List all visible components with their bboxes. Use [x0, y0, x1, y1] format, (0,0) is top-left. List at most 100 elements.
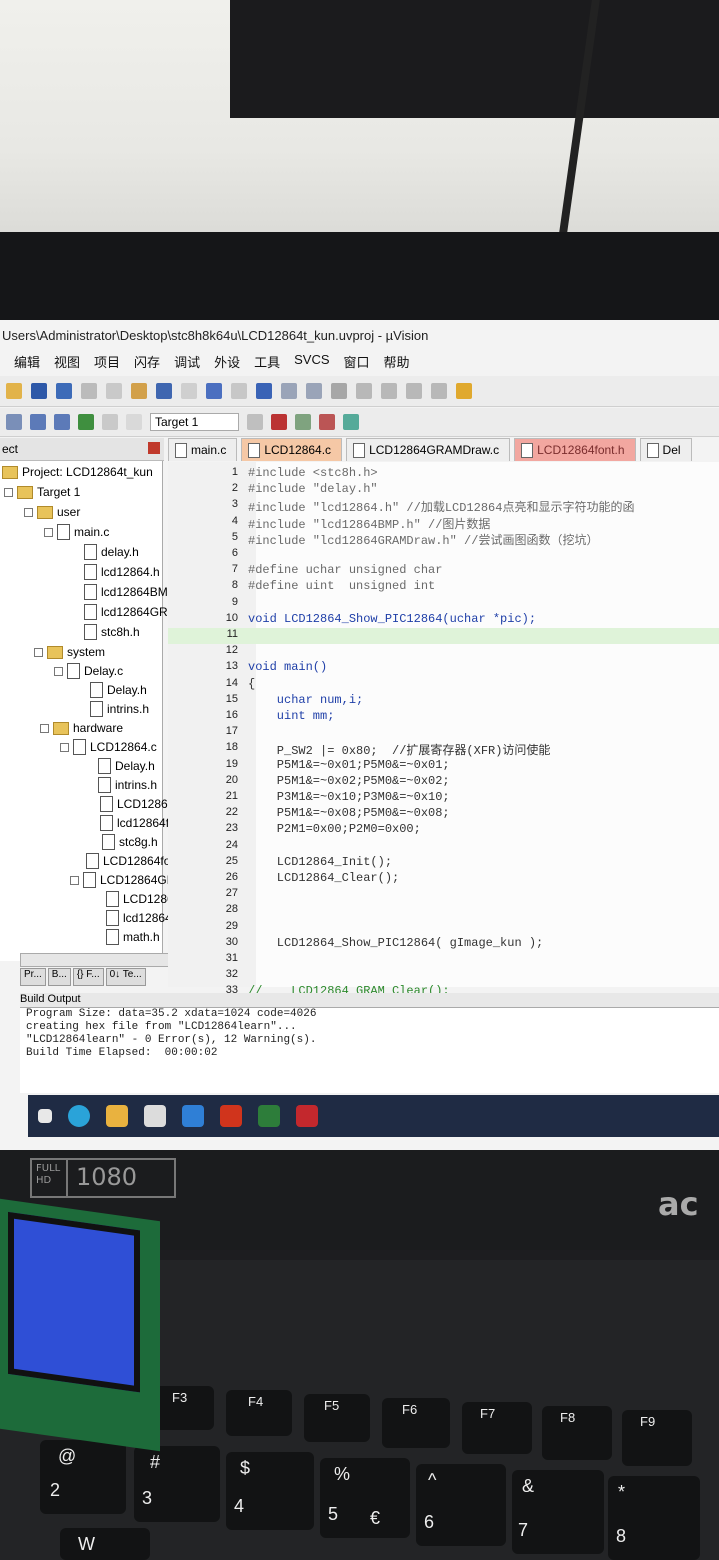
close-icon[interactable]	[148, 442, 160, 454]
tab-main-c[interactable]: main.c	[168, 438, 238, 461]
tree-item-file[interactable]: lcd12864BM	[84, 583, 168, 601]
tab-books[interactable]: B...	[47, 968, 71, 986]
bookmark-next-icon[interactable]	[306, 383, 322, 399]
key-f7[interactable]: F7	[462, 1402, 532, 1454]
tab-templates[interactable]: 0↓ Te...	[105, 968, 146, 986]
mail-icon[interactable]	[182, 1105, 204, 1127]
code-editor[interactable]: 1 #include <stc8h.h> 2 #include "delay.h" 3 #…	[168, 462, 719, 1015]
nav-back-icon[interactable]	[206, 383, 222, 399]
menu-item-edit[interactable]: 编辑	[14, 352, 40, 374]
target-options-icon[interactable]	[247, 414, 264, 430]
key-f4[interactable]: F4	[226, 1390, 292, 1436]
tree-item-file[interactable]: intrins.h	[98, 776, 157, 794]
bookmark-prev-icon[interactable]	[281, 383, 297, 399]
key-f6[interactable]: F6	[382, 1398, 450, 1448]
tab-lcd12864gramdraw-c[interactable]: LCD12864GRAMDraw.c	[346, 438, 511, 461]
rebuild-icon[interactable]	[54, 414, 70, 430]
open-folder-icon[interactable]	[6, 383, 22, 399]
store-icon[interactable]	[144, 1105, 166, 1127]
key-6[interactable]: ^ 6	[416, 1464, 506, 1546]
unindent-icon[interactable]	[381, 383, 397, 399]
menu-item-view[interactable]: 视图	[54, 352, 80, 374]
tree-item-file[interactable]: lcd12864GR.	[84, 603, 171, 621]
menu-item-help[interactable]: 帮助	[384, 352, 410, 374]
redo-icon[interactable]	[181, 383, 197, 399]
collapse-icon[interactable]	[70, 875, 79, 885]
save-all-icon[interactable]	[56, 383, 72, 399]
file-extensions-icon[interactable]	[295, 414, 312, 430]
tree-item-file[interactable]: lcd12864.h	[84, 563, 160, 581]
file-explorer-icon[interactable]	[106, 1105, 128, 1127]
tab-delay[interactable]: Del	[639, 438, 692, 461]
undo-icon[interactable]	[156, 383, 172, 399]
tree-item-project[interactable]: Project: LCD12864t_kun	[2, 463, 153, 481]
load-icon[interactable]	[126, 414, 142, 430]
collapse-icon[interactable]	[24, 507, 33, 517]
stc-isp-icon[interactable]	[296, 1105, 318, 1127]
tree-item-main-c[interactable]: main.c	[44, 523, 109, 541]
key-2[interactable]: @2	[40, 1440, 126, 1514]
tab-functions[interactable]: {} F...	[72, 968, 104, 986]
key-w[interactable]: W	[60, 1528, 150, 1560]
manage-runtime-icon[interactable]	[319, 414, 336, 430]
tab-lcd12864-c[interactable]: LCD12864.c	[241, 438, 343, 461]
tree-item-target[interactable]: Target 1	[4, 483, 80, 501]
paste-icon[interactable]	[131, 383, 147, 399]
manage-components-icon[interactable]	[271, 414, 288, 430]
key-4[interactable]: $4	[226, 1452, 314, 1530]
project-scrollbar[interactable]	[20, 953, 186, 967]
tree-item-group-system[interactable]: system	[34, 643, 105, 661]
cut-icon[interactable]	[81, 383, 97, 399]
key-3[interactable]: #3	[134, 1446, 220, 1522]
edge-icon[interactable]	[68, 1105, 90, 1127]
collapse-icon[interactable]	[40, 723, 49, 733]
menu-item-flash[interactable]: 闪存	[134, 352, 160, 374]
collapse-icon[interactable]	[44, 527, 53, 537]
copy-icon[interactable]	[106, 383, 122, 399]
menu-item-svcs[interactable]: SVCS	[294, 352, 329, 374]
app-icon[interactable]	[220, 1105, 242, 1127]
tree-item-group-user[interactable]: user	[24, 503, 80, 521]
tab-project[interactable]: Pr...	[20, 968, 46, 986]
menu-item-tools[interactable]: 工具	[254, 352, 280, 374]
download-icon[interactable]	[78, 414, 94, 430]
key-f9[interactable]: F9	[622, 1410, 692, 1466]
key-8[interactable]: * 8	[608, 1476, 700, 1560]
collapse-icon[interactable]	[34, 647, 43, 657]
bookmark-icon[interactable]	[256, 383, 272, 399]
key-f8[interactable]: F8	[542, 1406, 612, 1460]
tree-item-file[interactable]: delay.h	[84, 543, 139, 561]
tab-lcd12864font-h[interactable]: LCD12864font.h	[514, 438, 636, 461]
menu-item-project[interactable]: 项目	[94, 352, 120, 374]
tree-item-group-hardware[interactable]: hardware	[40, 719, 123, 737]
tree-item-file[interactable]: math.h	[106, 928, 160, 946]
collapse-icon[interactable]	[60, 742, 69, 752]
target-select[interactable]: Target 1	[150, 413, 240, 431]
uvision-icon[interactable]	[258, 1105, 280, 1127]
stop-build-icon[interactable]	[102, 414, 118, 430]
tree-item-lcd12864-c[interactable]: LCD12864.c	[60, 738, 157, 756]
menu-item-peripherals[interactable]: 外设	[214, 352, 240, 374]
collapse-icon[interactable]	[4, 487, 13, 497]
tree-item-file[interactable]: stc8g.h	[102, 833, 158, 851]
start-icon[interactable]	[38, 1109, 52, 1123]
tree-item-file[interactable]: Delay.h	[98, 757, 155, 775]
build-icon[interactable]	[30, 414, 46, 430]
tree-item-file[interactable]: Delay.h	[90, 681, 147, 699]
nav-forward-icon[interactable]	[231, 383, 247, 399]
translate-icon[interactable]	[6, 414, 22, 430]
tree-item-delay-c[interactable]: Delay.c	[54, 662, 123, 680]
collapse-icon[interactable]	[54, 666, 63, 676]
tree-item-file[interactable]: stc8h.h	[84, 623, 140, 641]
find-in-files-icon[interactable]	[456, 383, 472, 399]
uncomment-icon[interactable]	[431, 383, 447, 399]
menu-item-window[interactable]: 窗口	[344, 352, 370, 374]
key-5[interactable]: % 5 €	[320, 1458, 410, 1538]
indent-icon[interactable]	[356, 383, 372, 399]
tree-item-file[interactable]: intrins.h	[90, 700, 149, 718]
save-icon[interactable]	[31, 383, 47, 399]
bookmark-clear-icon[interactable]	[331, 383, 347, 399]
pack-installer-icon[interactable]	[343, 414, 360, 430]
key-f5[interactable]: F5	[304, 1394, 370, 1442]
menu-item-debug[interactable]: 调试	[174, 352, 200, 374]
